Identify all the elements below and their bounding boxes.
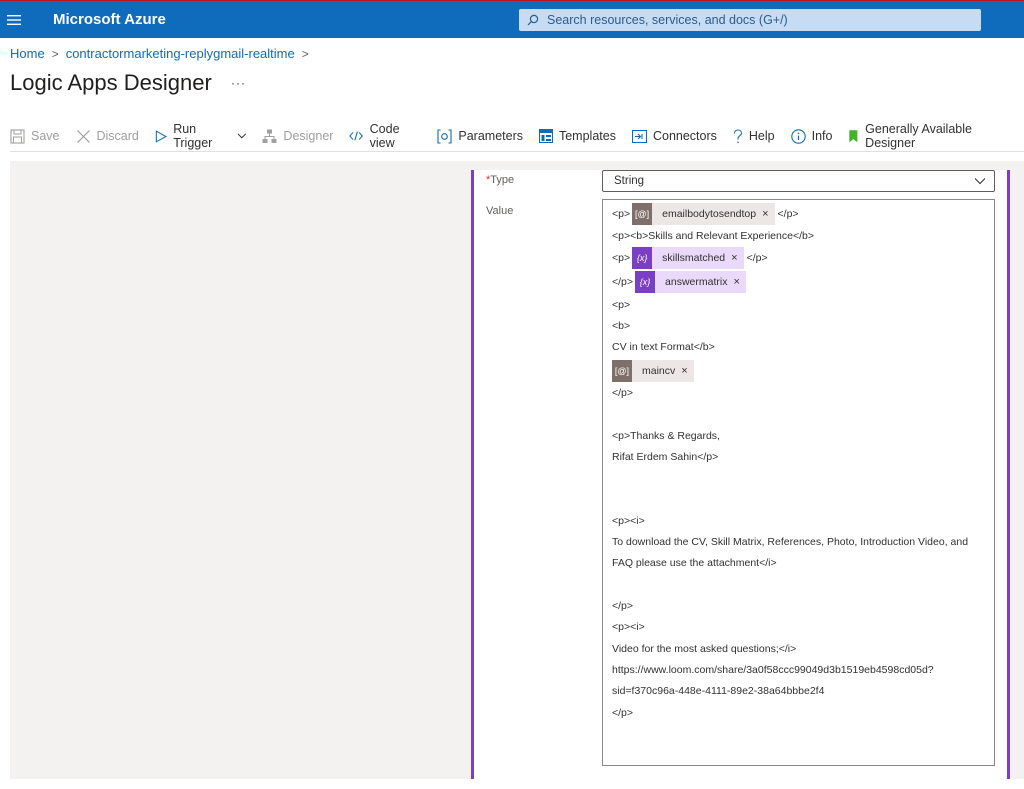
save-label: Save bbox=[31, 129, 60, 143]
value-label: Value bbox=[486, 205, 514, 217]
page-title: Logic Apps Designer bbox=[10, 70, 212, 95]
body-token-icon: [@] bbox=[632, 203, 653, 225]
chevron-right-icon: > bbox=[301, 46, 309, 61]
info-button[interactable]: Info bbox=[790, 128, 833, 144]
toolbar-divider bbox=[10, 151, 1024, 152]
token-name: emailbodytosendtop bbox=[652, 203, 763, 225]
code-view-button[interactable]: Code view bbox=[349, 122, 421, 150]
save-button[interactable]: Save bbox=[10, 128, 60, 144]
chevron-down-icon bbox=[237, 133, 246, 139]
remove-token-icon[interactable]: × bbox=[681, 360, 694, 382]
type-select[interactable]: String bbox=[602, 170, 995, 192]
variable-token[interactable]: {x} answermatrix × bbox=[635, 271, 746, 293]
type-label-text: Type bbox=[490, 174, 515, 186]
line-text: </p> bbox=[777, 208, 799, 220]
connectors-icon bbox=[631, 129, 647, 143]
more-options-button[interactable]: ··· bbox=[231, 76, 246, 90]
hamburger-menu-icon[interactable] bbox=[0, 1, 28, 39]
value-line: </p> bbox=[612, 600, 634, 612]
search-box[interactable]: Search resources, services, and docs (G+… bbox=[519, 9, 981, 31]
variable-token[interactable]: {x} skillsmatched × bbox=[632, 247, 744, 269]
line-text: </p> bbox=[746, 252, 768, 264]
value-line: Rifat Erdem Sahin</p> bbox=[612, 451, 719, 463]
discard-label: Discard bbox=[96, 129, 139, 143]
code-view-label: Code view bbox=[369, 122, 400, 150]
value-line: <p><i> bbox=[612, 621, 645, 633]
remove-token-icon[interactable]: × bbox=[762, 203, 775, 225]
value-line: FAQ please use the attachment</i> bbox=[612, 557, 777, 569]
value-line: </p> {x} answermatrix × bbox=[612, 271, 746, 293]
top-bar: Microsoft Azure Search resources, servic… bbox=[0, 0, 1024, 38]
chevron-right-icon: > bbox=[51, 46, 59, 61]
breadcrumb: Home > contractormarketing-replygmail-re… bbox=[10, 46, 316, 61]
app-title[interactable]: Microsoft Azure bbox=[53, 11, 166, 28]
value-line: <p>Thanks & Regards, bbox=[612, 430, 720, 442]
search-placeholder: Search resources, services, and docs (G+… bbox=[547, 13, 788, 27]
value-line: CV in text Format</b> bbox=[612, 341, 715, 353]
value-line: https://www.loom.com/share/3a0f58ccc9904… bbox=[612, 664, 934, 676]
question-mark-icon bbox=[733, 128, 742, 143]
remove-token-icon[interactable]: × bbox=[733, 271, 746, 293]
variable-icon: {x} bbox=[632, 247, 653, 269]
designer-label: Designer bbox=[283, 129, 334, 143]
ga-designer-button[interactable]: Generally Available Designer bbox=[848, 122, 1008, 150]
variable-icon: {x} bbox=[635, 271, 656, 293]
token-name: maincv bbox=[632, 360, 682, 382]
dynamic-content-token[interactable]: [@] maincv × bbox=[612, 360, 694, 382]
value-line: To download the CV, Skill Matrix, Refere… bbox=[612, 536, 969, 548]
value-line: <p><i> bbox=[612, 515, 645, 527]
value-line: </p> bbox=[612, 387, 634, 399]
info-icon bbox=[790, 128, 806, 144]
templates-icon bbox=[538, 129, 553, 143]
parameters-button[interactable]: Parameters bbox=[437, 128, 523, 144]
toolbar: Save Discard Run Trigger Designer Code v… bbox=[10, 122, 1024, 150]
connectors-label: Connectors bbox=[652, 129, 717, 143]
value-line: </p> bbox=[612, 707, 634, 719]
token-name: answermatrix bbox=[655, 271, 734, 293]
value-line: [@] maincv × bbox=[612, 360, 694, 382]
save-icon bbox=[10, 128, 25, 144]
value-line: <p> bbox=[612, 299, 631, 311]
dynamic-content-token[interactable]: [@] emailbodytosendtop × bbox=[632, 203, 775, 225]
bookmark-icon bbox=[849, 129, 858, 142]
type-label: *Type bbox=[486, 174, 514, 186]
remove-token-icon[interactable]: × bbox=[731, 247, 744, 269]
value-line: sid=f370c96a-448e-4111-89e2-38a64bbbe2f4 bbox=[612, 685, 825, 697]
templates-button[interactable]: Templates bbox=[538, 129, 616, 143]
search-icon bbox=[527, 13, 541, 27]
line-text: </p> bbox=[612, 276, 634, 288]
type-select-value: String bbox=[614, 175, 645, 187]
code-icon bbox=[349, 131, 364, 141]
play-icon bbox=[155, 129, 167, 143]
designer-button[interactable]: Designer bbox=[262, 129, 333, 144]
value-line: Video for the most asked questions;</i> bbox=[612, 643, 797, 655]
discard-button[interactable]: Discard bbox=[76, 129, 139, 144]
parameters-label: Parameters bbox=[458, 129, 523, 143]
value-line: <b> bbox=[612, 320, 631, 332]
chevron-down-icon bbox=[974, 178, 986, 185]
body-token-icon: [@] bbox=[612, 360, 632, 382]
breadcrumb-resource[interactable]: contractormarketing-replygmail-realtime bbox=[66, 46, 295, 61]
run-trigger-button[interactable]: Run Trigger bbox=[155, 122, 247, 150]
templates-label: Templates bbox=[558, 129, 616, 143]
line-text: <p> bbox=[612, 252, 631, 264]
run-trigger-label: Run Trigger bbox=[173, 122, 213, 150]
help-label: Help bbox=[748, 129, 775, 143]
ga-designer-label: Generally Available Designer bbox=[865, 122, 972, 150]
value-line: <p> {x} skillsmatched × </p> bbox=[612, 247, 768, 269]
info-label: Info bbox=[811, 129, 833, 143]
designer-icon bbox=[262, 129, 277, 143]
close-icon bbox=[76, 129, 90, 143]
help-button[interactable]: Help bbox=[733, 128, 775, 144]
parameters-icon bbox=[437, 128, 452, 144]
token-name: skillsmatched bbox=[652, 247, 732, 269]
connectors-button[interactable]: Connectors bbox=[631, 129, 717, 143]
line-text: <p> bbox=[612, 208, 631, 220]
value-line: <p> [@] emailbodytosendtop × </p> bbox=[612, 203, 799, 225]
value-line: <p><b>Skills and Relevant Experience</b> bbox=[612, 230, 814, 242]
breadcrumb-home[interactable]: Home bbox=[10, 46, 45, 61]
